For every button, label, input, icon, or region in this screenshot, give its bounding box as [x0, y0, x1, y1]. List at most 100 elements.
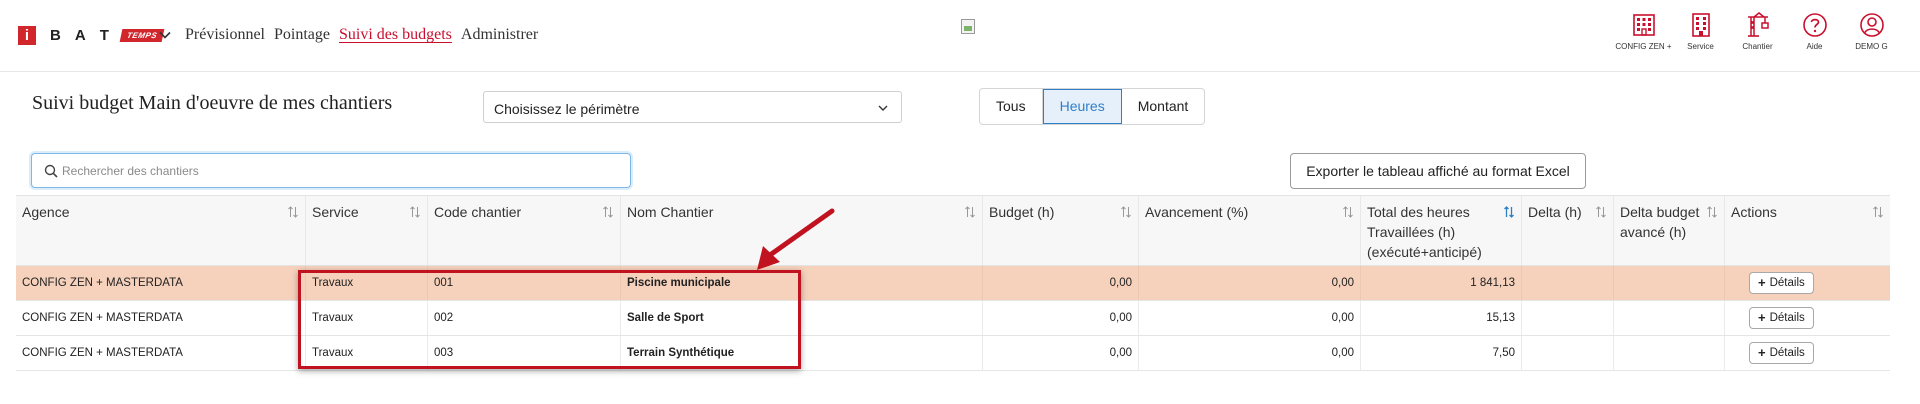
cell-total: 1 841,13 [1361, 266, 1522, 300]
table-row[interactable]: CONFIG ZEN + MASTERDATA Travaux 002 Sall… [16, 301, 1890, 336]
logo-letter-b: B [50, 26, 61, 44]
cell-agence: CONFIG ZEN + MASTERDATA [16, 336, 306, 370]
nav-administrer[interactable]: Administrer [461, 26, 538, 44]
search-icon [44, 164, 58, 178]
sort-ascending-icon[interactable] [1503, 206, 1515, 218]
tool-user-label: DEMO G [1855, 42, 1888, 51]
col-header-budget[interactable]: Budget (h) [983, 196, 1139, 265]
cell-nom: Salle de Sport [621, 301, 983, 335]
details-button[interactable]: + Détails [1749, 307, 1814, 329]
col-header-agence[interactable]: Agence [16, 196, 306, 265]
cell-delta-budget [1614, 301, 1725, 335]
help-icon [1802, 13, 1827, 37]
page-title: Suivi budget Main d'oeuvre de mes chanti… [32, 92, 393, 114]
sort-icon[interactable] [964, 206, 976, 218]
sort-icon[interactable] [1706, 206, 1718, 218]
segment-heures[interactable]: Heures [1042, 89, 1122, 124]
details-button[interactable]: + Détails [1749, 342, 1814, 364]
tool-user[interactable]: DEMO G [1843, 12, 1900, 51]
details-button-label: Détails [1769, 312, 1805, 324]
perimeter-select-value: Choisissez le périmètre [494, 101, 640, 117]
app-logo[interactable]: i B A T TEMPS [18, 25, 165, 45]
tool-chantier[interactable]: Chantier [1729, 12, 1786, 51]
user-icon [1859, 13, 1884, 37]
crane-icon [1747, 12, 1769, 37]
cell-avancement: 0,00 [1139, 266, 1361, 300]
col-header-code-chantier[interactable]: Code chantier [428, 196, 621, 265]
details-button[interactable]: + Détails [1749, 272, 1814, 294]
cell-service: Travaux [306, 266, 428, 300]
search-box [31, 153, 631, 188]
tool-service[interactable]: Service [1672, 12, 1729, 51]
main-nav: Prévisionnel Pointage Suivi des budgets … [185, 26, 538, 44]
logo-i-mark: i [18, 25, 36, 45]
col-header-label: Avancement (%) [1145, 204, 1249, 220]
table-row[interactable]: CONFIG ZEN + MASTERDATA Travaux 003 Terr… [16, 336, 1890, 371]
chevron-down-icon [878, 105, 888, 111]
col-header-delta-budget[interactable]: Delta budget avancé (h) [1614, 196, 1725, 265]
col-header-avancement[interactable]: Avancement (%) [1139, 196, 1361, 265]
tool-company[interactable]: CONFIG ZEN + [1615, 12, 1672, 51]
col-header-delta[interactable]: Delta (h) [1522, 196, 1614, 265]
cell-agence: CONFIG ZEN + MASTERDATA [16, 301, 306, 335]
cell-total: 15,13 [1361, 301, 1522, 335]
col-header-label: Delta (h) [1528, 204, 1582, 220]
details-button-label: Détails [1769, 347, 1805, 359]
sort-icon[interactable] [1342, 206, 1354, 218]
building-icon [1632, 14, 1655, 36]
details-button-label: Détails [1769, 277, 1805, 289]
budget-table: Agence Service Code chantier Nom Chantie… [16, 195, 1890, 371]
tool-company-label: CONFIG ZEN + [1615, 42, 1672, 51]
tool-help[interactable]: Aide [1786, 12, 1843, 51]
plus-icon: + [1758, 310, 1766, 325]
cell-total: 7,50 [1361, 336, 1522, 370]
header-tools: CONFIG ZEN + Service Chantier Aide DEMO … [1615, 12, 1900, 51]
sort-icon[interactable] [1120, 206, 1132, 218]
logo-letter-a: A [74, 26, 86, 44]
app-switch-chevron-icon[interactable] [158, 28, 172, 42]
nav-pointage[interactable]: Pointage [274, 26, 330, 44]
cell-actions: + Détails [1725, 266, 1890, 300]
cell-delta-budget [1614, 336, 1725, 370]
logo-letter-t: T [99, 26, 109, 44]
cell-service: Travaux [306, 336, 428, 370]
segment-tous[interactable]: Tous [980, 89, 1043, 124]
tool-help-label: Aide [1806, 42, 1823, 51]
cell-budget: 0,00 [983, 266, 1139, 300]
col-header-label: Budget (h) [989, 204, 1055, 220]
cell-delta [1522, 301, 1614, 335]
cell-code: 002 [428, 301, 621, 335]
perimeter-select[interactable]: Choisissez le périmètre [483, 91, 902, 123]
col-header-actions[interactable]: Actions [1725, 196, 1890, 265]
col-header-label: Service [312, 204, 359, 220]
col-header-total-heures[interactable]: Total des heures Travaillées (h) (exécut… [1361, 196, 1522, 265]
sort-icon[interactable] [287, 206, 299, 218]
sort-icon[interactable] [409, 206, 421, 218]
search-input[interactable] [62, 161, 612, 181]
tool-chantier-label: Chantier [1742, 42, 1773, 51]
col-header-nom-chantier[interactable]: Nom Chantier [621, 196, 983, 265]
plus-icon: + [1758, 345, 1766, 360]
nav-suivi-des-budgets[interactable]: Suivi des budgets [339, 26, 452, 44]
sort-icon[interactable] [1872, 206, 1884, 218]
broken-image-icon [961, 19, 975, 34]
col-header-label: Code chantier [434, 204, 522, 220]
cell-agence: CONFIG ZEN + MASTERDATA [16, 266, 306, 300]
sort-icon[interactable] [602, 206, 614, 218]
cell-actions: + Détails [1725, 336, 1890, 370]
office-building-icon [1691, 13, 1710, 37]
col-header-service[interactable]: Service [306, 196, 428, 265]
cell-delta [1522, 336, 1614, 370]
col-header-label: Actions [1731, 204, 1777, 220]
nav-previsionnel[interactable]: Prévisionnel [185, 26, 265, 44]
table-row[interactable]: CONFIG ZEN + MASTERDATA Travaux 001 Pisc… [16, 266, 1890, 301]
cell-code: 001 [428, 266, 621, 300]
sort-icon[interactable] [1595, 206, 1607, 218]
export-excel-button[interactable]: Exporter le tableau affiché au format Ex… [1290, 153, 1586, 189]
tool-service-label: Service [1687, 42, 1714, 51]
cell-actions: + Détails [1725, 301, 1890, 335]
cell-nom: Piscine municipale [621, 266, 983, 300]
segment-montant[interactable]: Montant [1122, 89, 1205, 124]
cell-code: 003 [428, 336, 621, 370]
cell-budget: 0,00 [983, 336, 1139, 370]
